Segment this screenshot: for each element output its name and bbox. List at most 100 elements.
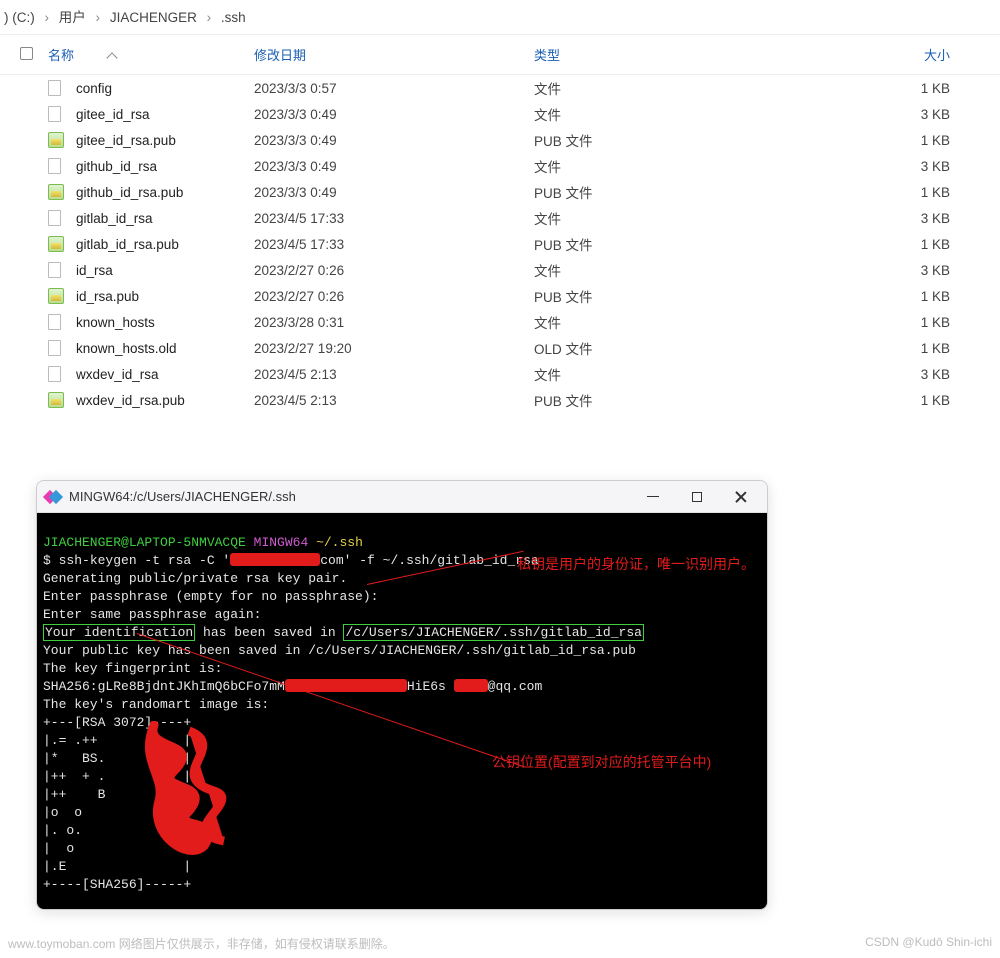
file-type: PUB 文件	[534, 182, 764, 202]
file-date: 2023/3/3 0:49	[254, 185, 534, 200]
file-icon	[48, 210, 76, 226]
file-name: known_hosts.old	[76, 341, 254, 356]
maximize-button[interactable]	[683, 486, 711, 508]
file-icon	[48, 80, 76, 96]
file-type: 文件	[534, 312, 764, 332]
term-line: $ ssh-keygen -t rsa -C 'com' -f ~/.ssh/g…	[43, 553, 539, 568]
file-row[interactable]: gitlab_id_rsa2023/4/5 17:33文件3 KB	[0, 205, 1000, 231]
term-line: Generating public/private rsa key pair.	[43, 571, 347, 586]
file-row[interactable]: id_rsa.pub2023/2/27 0:26PUB 文件1 KB	[0, 283, 1000, 309]
col-name[interactable]: 名称	[48, 45, 254, 64]
file-date: 2023/3/3 0:49	[254, 159, 534, 174]
file-size: 1 KB	[764, 315, 1000, 330]
file-icon	[48, 106, 76, 122]
footer-right: CSDN @Kudō Shin-ichi	[865, 935, 992, 952]
mingw-icon	[45, 489, 61, 505]
redacted-qq	[454, 679, 488, 692]
file-size: 1 KB	[764, 237, 1000, 252]
file-type: PUB 文件	[534, 286, 764, 306]
file-date: 2023/2/27 0:26	[254, 263, 534, 278]
file-row[interactable]: gitlab_id_rsa.pub2023/4/5 17:33PUB 文件1 K…	[0, 231, 1000, 257]
file-type: 文件	[534, 78, 764, 98]
file-size: 3 KB	[764, 211, 1000, 226]
pub-file-icon	[48, 132, 76, 148]
bc-folder[interactable]: .ssh	[221, 10, 246, 25]
file-size: 1 KB	[764, 185, 1000, 200]
file-icon	[48, 314, 76, 330]
file-name: config	[76, 81, 254, 96]
file-size: 1 KB	[764, 81, 1000, 96]
file-type: PUB 文件	[534, 130, 764, 150]
minimize-button[interactable]	[639, 486, 667, 508]
file-date: 2023/2/27 19:20	[254, 341, 534, 356]
file-size: 1 KB	[764, 393, 1000, 408]
file-icon	[48, 366, 76, 382]
prompt-cwd: ~/.ssh	[316, 535, 363, 550]
footer-left: www.toymoban.com 网络图片仅供展示，非存储，如有侵权请联系删除。	[8, 935, 395, 952]
file-name: gitlab_id_rsa	[76, 211, 254, 226]
file-list: config2023/3/3 0:57文件1 KBgitee_id_rsa202…	[0, 75, 1000, 413]
file-date: 2023/3/28 0:31	[254, 315, 534, 330]
chevron-right-icon: ›	[45, 10, 50, 25]
file-type: PUB 文件	[534, 234, 764, 254]
file-row[interactable]: wxdev_id_rsa2023/4/5 2:13文件3 KB	[0, 361, 1000, 387]
redacted-email	[230, 553, 320, 566]
term-line: The key fingerprint is:	[43, 661, 222, 676]
explorer-header: 名称 修改日期 类型 大小	[0, 35, 1000, 75]
file-date: 2023/4/5 2:13	[254, 367, 534, 382]
close-button[interactable]	[727, 486, 755, 508]
file-row[interactable]: known_hosts2023/3/28 0:31文件1 KB	[0, 309, 1000, 335]
file-icon	[48, 158, 76, 174]
file-row[interactable]: github_id_rsa.pub2023/3/3 0:49PUB 文件1 KB	[0, 179, 1000, 205]
file-name: github_id_rsa	[76, 159, 254, 174]
file-row[interactable]: gitee_id_rsa2023/3/3 0:49文件3 KB	[0, 101, 1000, 127]
window-title: MINGW64:/c/Users/JIACHENGER/.ssh	[69, 489, 631, 504]
file-type: 文件	[534, 156, 764, 176]
file-row[interactable]: id_rsa2023/2/27 0:26文件3 KB	[0, 257, 1000, 283]
prompt-shell: MINGW64	[254, 535, 309, 550]
file-date: 2023/3/3 0:57	[254, 81, 534, 96]
file-type: 文件	[534, 260, 764, 280]
bc-drive[interactable]: ) (C:)	[4, 10, 35, 25]
col-date[interactable]: 修改日期	[254, 45, 534, 64]
file-row[interactable]: config2023/3/3 0:57文件1 KB	[0, 75, 1000, 101]
file-row[interactable]: wxdev_id_rsa.pub2023/4/5 2:13PUB 文件1 KB	[0, 387, 1000, 413]
file-size: 3 KB	[764, 263, 1000, 278]
chevron-right-icon: ›	[96, 10, 101, 25]
file-type: 文件	[534, 104, 764, 124]
file-size: 3 KB	[764, 367, 1000, 382]
chevron-right-icon: ›	[207, 10, 212, 25]
file-name: known_hosts	[76, 315, 254, 330]
file-name: id_rsa	[76, 263, 254, 278]
breadcrumb[interactable]: ) (C:) › 用户 › JIACHENGER › .ssh	[0, 0, 1000, 35]
file-type: 文件	[534, 208, 764, 228]
titlebar[interactable]: MINGW64:/c/Users/JIACHENGER/.ssh	[37, 481, 767, 513]
private-key-path: /c/Users/JIACHENGER/.ssh/gitlab_id_rsa	[343, 624, 643, 641]
file-name: wxdev_id_rsa	[76, 367, 254, 382]
bc-users[interactable]: 用户	[59, 10, 86, 25]
col-name-label: 名称	[48, 48, 74, 63]
pub-file-icon	[48, 392, 76, 408]
select-all-checkbox[interactable]	[20, 47, 48, 63]
file-size: 3 KB	[764, 107, 1000, 122]
file-type: PUB 文件	[534, 390, 764, 410]
file-name: id_rsa.pub	[76, 289, 254, 304]
col-type[interactable]: 类型	[534, 45, 764, 64]
term-line: Enter same passphrase again:	[43, 607, 261, 622]
file-type: 文件	[534, 364, 764, 384]
pub-file-icon	[48, 184, 76, 200]
pub-file-icon	[48, 236, 76, 252]
terminal-body[interactable]: JIACHENGER@LAPTOP-5NMVACQE MINGW64 ~/.ss…	[37, 513, 767, 909]
file-icon	[48, 340, 76, 356]
file-row[interactable]: gitee_id_rsa.pub2023/3/3 0:49PUB 文件1 KB	[0, 127, 1000, 153]
file-row[interactable]: github_id_rsa2023/3/3 0:49文件3 KB	[0, 153, 1000, 179]
file-name: wxdev_id_rsa.pub	[76, 393, 254, 408]
file-name: github_id_rsa.pub	[76, 185, 254, 200]
col-size[interactable]: 大小	[764, 45, 1000, 64]
file-size: 1 KB	[764, 289, 1000, 304]
bc-user[interactable]: JIACHENGER	[110, 10, 197, 25]
file-date: 2023/4/5 17:33	[254, 211, 534, 226]
file-date: 2023/4/5 17:33	[254, 237, 534, 252]
file-row[interactable]: known_hosts.old2023/2/27 19:20OLD 文件1 KB	[0, 335, 1000, 361]
file-date: 2023/3/3 0:49	[254, 133, 534, 148]
